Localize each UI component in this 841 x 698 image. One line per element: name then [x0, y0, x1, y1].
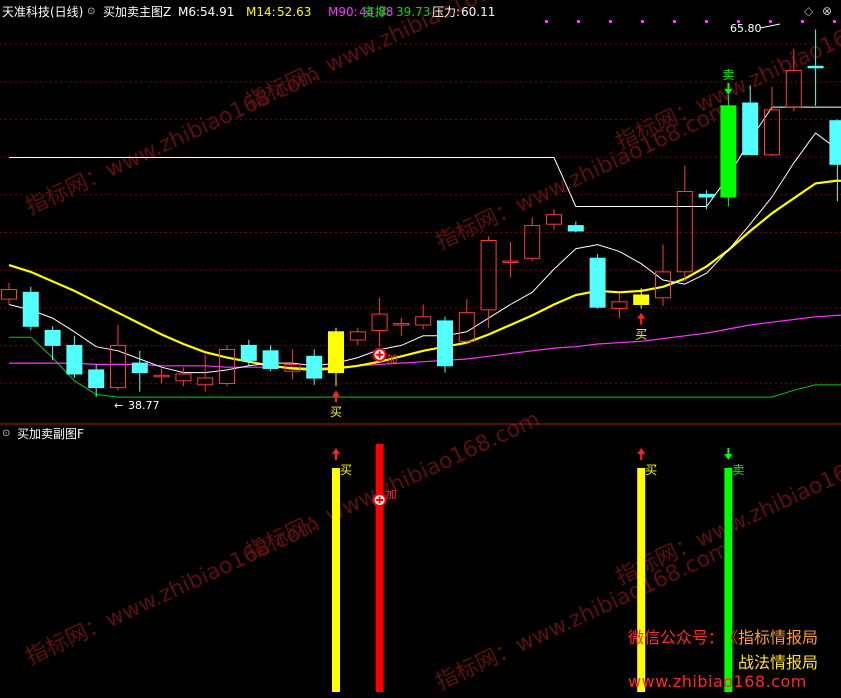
buy-arrow-icon [637, 312, 646, 325]
main-indicator-name[interactable]: 买加卖主图Z [103, 5, 171, 19]
stock-title: 天准科技(日线) [2, 5, 84, 19]
collapse-main-icon[interactable]: ⊙ [87, 5, 95, 19]
signal-dot [833, 20, 836, 23]
signal-dot [673, 20, 676, 23]
promo-wechat-label: 微信公众号： [628, 628, 725, 647]
candle-body [458, 312, 475, 342]
candle-body [328, 331, 344, 374]
m90-label: M90: [328, 5, 358, 19]
low-pointer-arrow: ← [114, 399, 123, 412]
candle-body [567, 225, 584, 232]
sub-buy-bar [332, 468, 340, 692]
close-circle-icon[interactable]: ⊗ [822, 4, 832, 18]
candle-body [698, 193, 715, 198]
candle-body [437, 320, 453, 367]
sub-sell-arrow-icon [724, 448, 733, 460]
candle-body [720, 105, 737, 198]
buy-label: 买 [635, 328, 647, 342]
sub-indicator-name[interactable]: 买加卖副图F [17, 427, 84, 441]
support-label: 支撑: [363, 5, 392, 19]
high-pointer [759, 23, 781, 29]
candle-body [66, 344, 83, 375]
high-price-label: 65.80 [730, 22, 762, 35]
candle-body [1, 289, 17, 300]
promo-brand-2: 战法情报局 [738, 653, 819, 672]
candle-body [131, 362, 148, 374]
candle-body [415, 316, 432, 326]
candle-body [175, 373, 192, 382]
candle-body [611, 301, 628, 310]
m90-line [9, 314, 841, 370]
buy-arrow-icon [332, 390, 340, 403]
candle-body [240, 344, 257, 361]
collapse-sub-icon[interactable]: ⊙ [2, 427, 10, 441]
candle-body [88, 369, 105, 389]
candle-body [262, 350, 279, 369]
diamond-icon[interactable]: ◇ [804, 4, 813, 18]
sub-buy-bar [637, 468, 646, 692]
candle-body [393, 323, 410, 326]
low-price-label: 38.77 [128, 399, 160, 412]
candle-body [589, 257, 606, 308]
signal-dot [705, 20, 708, 23]
candle-body [524, 225, 541, 259]
candle-body [633, 294, 650, 305]
candle-body [829, 120, 841, 165]
sub-buy-arrow-icon [637, 448, 646, 460]
support-value: 39.73 [396, 5, 431, 19]
m14-line [8, 179, 841, 372]
sub-buy-label: 买 [645, 463, 657, 477]
promo-bracket: 《 [722, 628, 739, 647]
promo-url: www.zhibiao168.com [628, 672, 807, 691]
candle-body [110, 344, 126, 389]
sub-add-bar [375, 444, 384, 692]
sub-add-label: 加 [386, 488, 397, 501]
m14-label: M14: [246, 5, 276, 19]
candle-body [807, 65, 824, 69]
candle-body [153, 374, 170, 378]
sell-label: 卖 [722, 68, 734, 82]
sub-sell-bar [724, 468, 733, 692]
candle-body [22, 291, 39, 327]
sub-buy-label: 买 [340, 463, 352, 477]
sub-sell-label: 卖 [732, 463, 744, 477]
candle-body [306, 355, 323, 379]
signal-dot [641, 20, 644, 23]
signal-dot [609, 20, 612, 23]
sub-buy-arrow-icon [332, 448, 340, 460]
candle-body [742, 102, 759, 156]
pressure-label: 压力: [432, 5, 461, 19]
signal-dot [801, 20, 804, 23]
chart-canvas[interactable]: 指标网：www.zhibiao168.com指标网：www.zhibiao168… [0, 0, 841, 698]
watermark-text: 指标网：www.zhibiao168.com [242, 407, 544, 566]
candle-body [546, 214, 562, 225]
candle-body [349, 331, 366, 341]
main-grid [0, 20, 841, 384]
add-label: 加 [387, 353, 398, 366]
pressure-value: 60.11 [461, 5, 496, 19]
m14-value: 52.63 [277, 5, 312, 19]
watermark-layer: 指标网：www.zhibiao168.com指标网：www.zhibiao168… [22, 0, 841, 695]
candle-body [44, 329, 61, 346]
signal-dot [577, 20, 580, 23]
signal-dot [545, 20, 548, 23]
m6-label: M6: [178, 5, 201, 19]
candle-body [502, 260, 519, 263]
candle-body [676, 191, 693, 273]
m6-value: 54.91 [200, 5, 235, 19]
signal-dot [769, 20, 772, 23]
promo-brand-1: 指标情报局 [738, 628, 819, 647]
buy-label: 买 [330, 405, 342, 419]
candle-body [371, 313, 388, 331]
candle-body [480, 240, 497, 311]
candle-body [764, 109, 780, 156]
